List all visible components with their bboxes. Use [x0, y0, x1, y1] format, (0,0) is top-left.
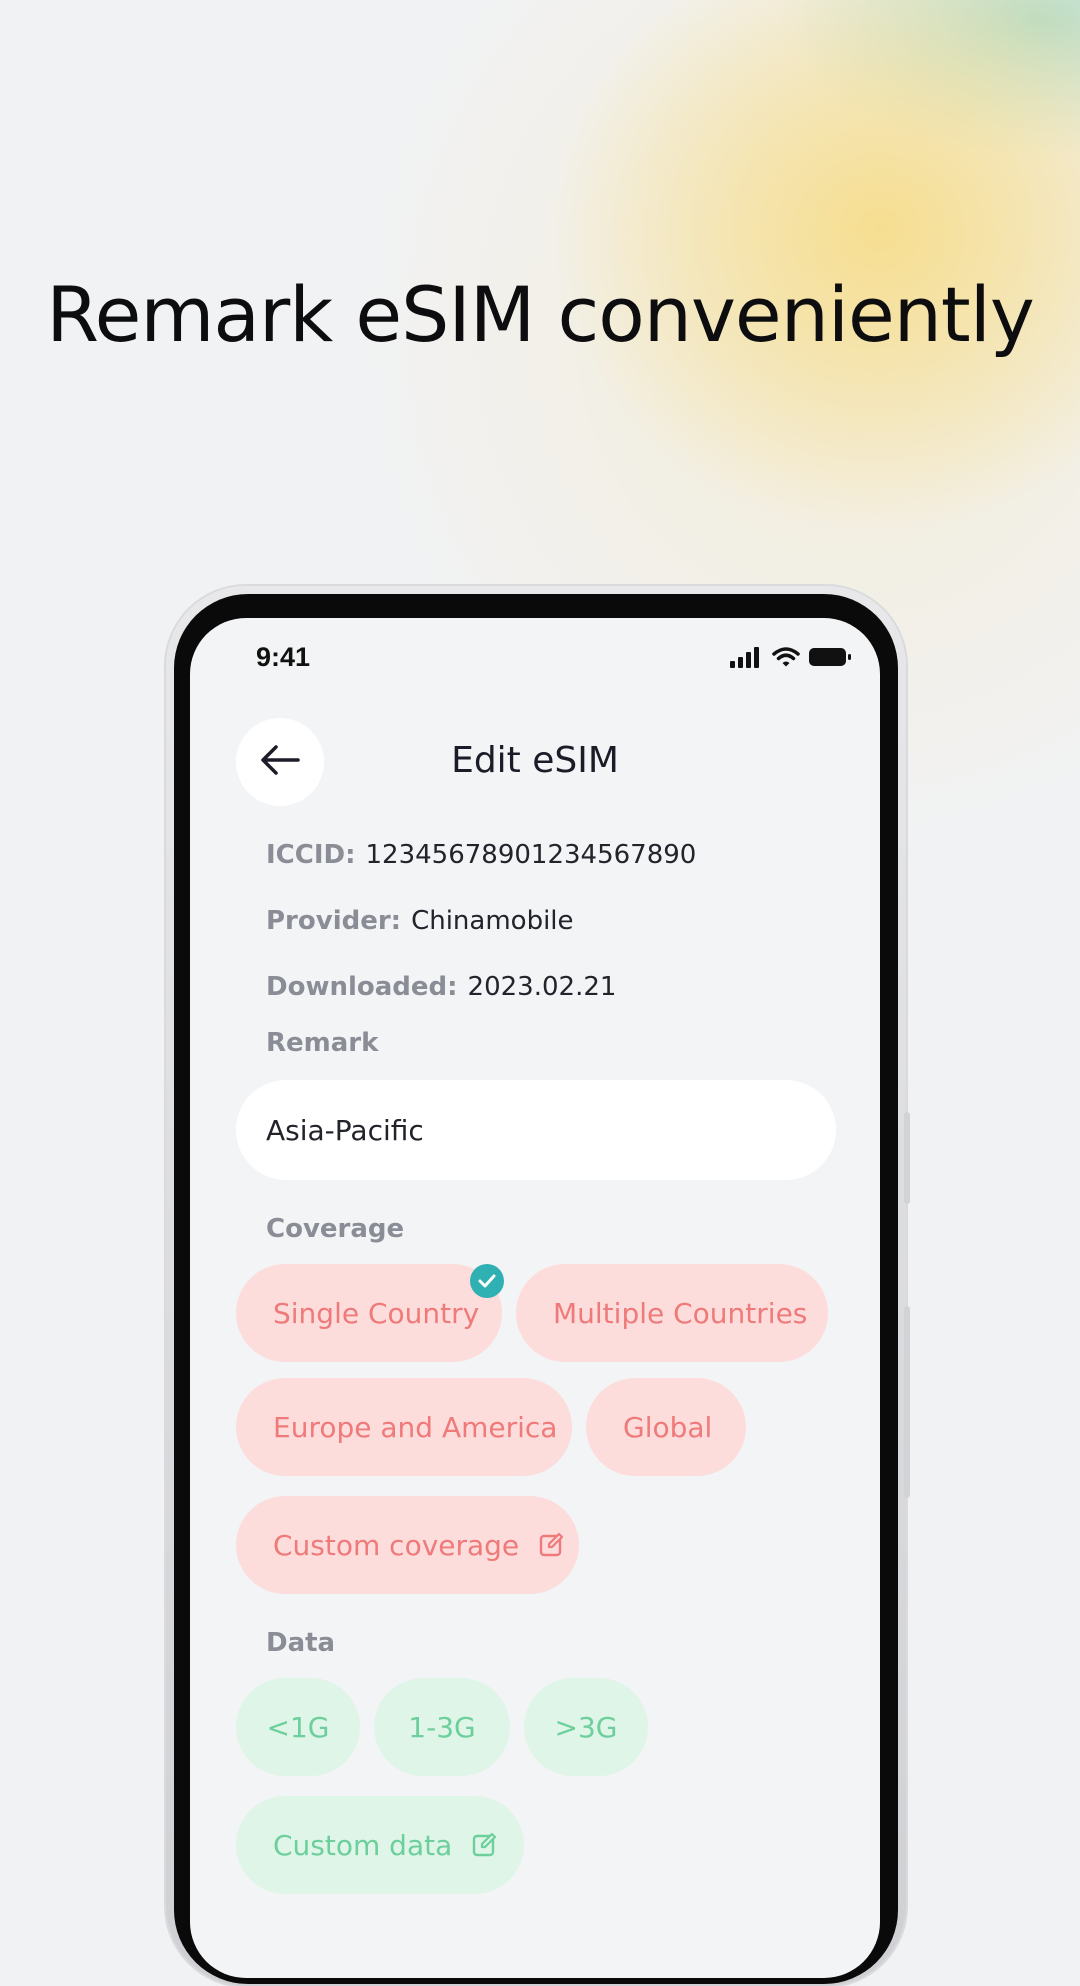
coverage-chip-single-country[interactable]: Single Country: [236, 1264, 502, 1362]
chip-label: Custom coverage: [273, 1528, 520, 1562]
downloaded-label: Downloaded:: [266, 972, 458, 1002]
coverage-chip-global[interactable]: Global: [586, 1378, 746, 1476]
status-icons: [730, 646, 852, 672]
remark-label: Remark: [266, 1028, 379, 1058]
data-chip-under-1g[interactable]: <1G: [236, 1678, 360, 1776]
check-icon: [470, 1264, 504, 1298]
page-title: Edit eSIM: [451, 740, 619, 781]
chip-label: Single Country: [273, 1296, 480, 1330]
iccid-label: ICCID:: [266, 840, 356, 870]
headline: Remark eSIM conveniently: [46, 270, 1035, 359]
status-time: 9:41: [256, 642, 311, 672]
provider-row: Provider: Chinamobile: [266, 906, 574, 936]
downloaded-value: 2023.02.21: [467, 972, 617, 1002]
data-chip-1-3g[interactable]: 1-3G: [374, 1678, 510, 1776]
downloaded-row: Downloaded: 2023.02.21: [266, 972, 616, 1002]
phone-screen: 9:41 Edit eSIM ICCID: 123456789012345678…: [190, 618, 880, 1978]
wifi-icon: [772, 646, 800, 672]
phone-side-button: [904, 1112, 910, 1204]
remark-input[interactable]: Asia-Pacific: [236, 1080, 836, 1180]
provider-label: Provider:: [266, 906, 402, 936]
chip-label: 1-3G: [408, 1710, 476, 1744]
remark-value: Asia-Pacific: [266, 1113, 424, 1147]
chip-label: Custom data: [273, 1828, 453, 1862]
data-label: Data: [266, 1628, 336, 1658]
edit-icon: [539, 1532, 565, 1558]
chip-label: >3G: [554, 1710, 618, 1744]
signal-icon: [730, 646, 764, 672]
chip-label: <1G: [266, 1710, 330, 1744]
chip-label: Europe and America: [273, 1410, 558, 1444]
chip-label: Global: [623, 1410, 713, 1444]
coverage-chip-custom[interactable]: Custom coverage: [236, 1496, 579, 1594]
battery-icon: [808, 646, 852, 672]
iccid-row: ICCID: 12345678901234567890: [266, 840, 696, 870]
edit-icon: [472, 1832, 498, 1858]
provider-value: Chinamobile: [411, 906, 574, 936]
coverage-chip-europe-and-america[interactable]: Europe and America: [236, 1378, 572, 1476]
data-chip-custom[interactable]: Custom data: [236, 1796, 524, 1894]
iccid-value: 12345678901234567890: [365, 840, 697, 870]
phone-side-button: [904, 1306, 910, 1498]
coverage-chip-multiple-countries[interactable]: Multiple Countries: [516, 1264, 828, 1362]
data-chip-over-3g[interactable]: >3G: [524, 1678, 648, 1776]
chip-label: Multiple Countries: [553, 1296, 808, 1330]
coverage-label: Coverage: [266, 1214, 405, 1244]
